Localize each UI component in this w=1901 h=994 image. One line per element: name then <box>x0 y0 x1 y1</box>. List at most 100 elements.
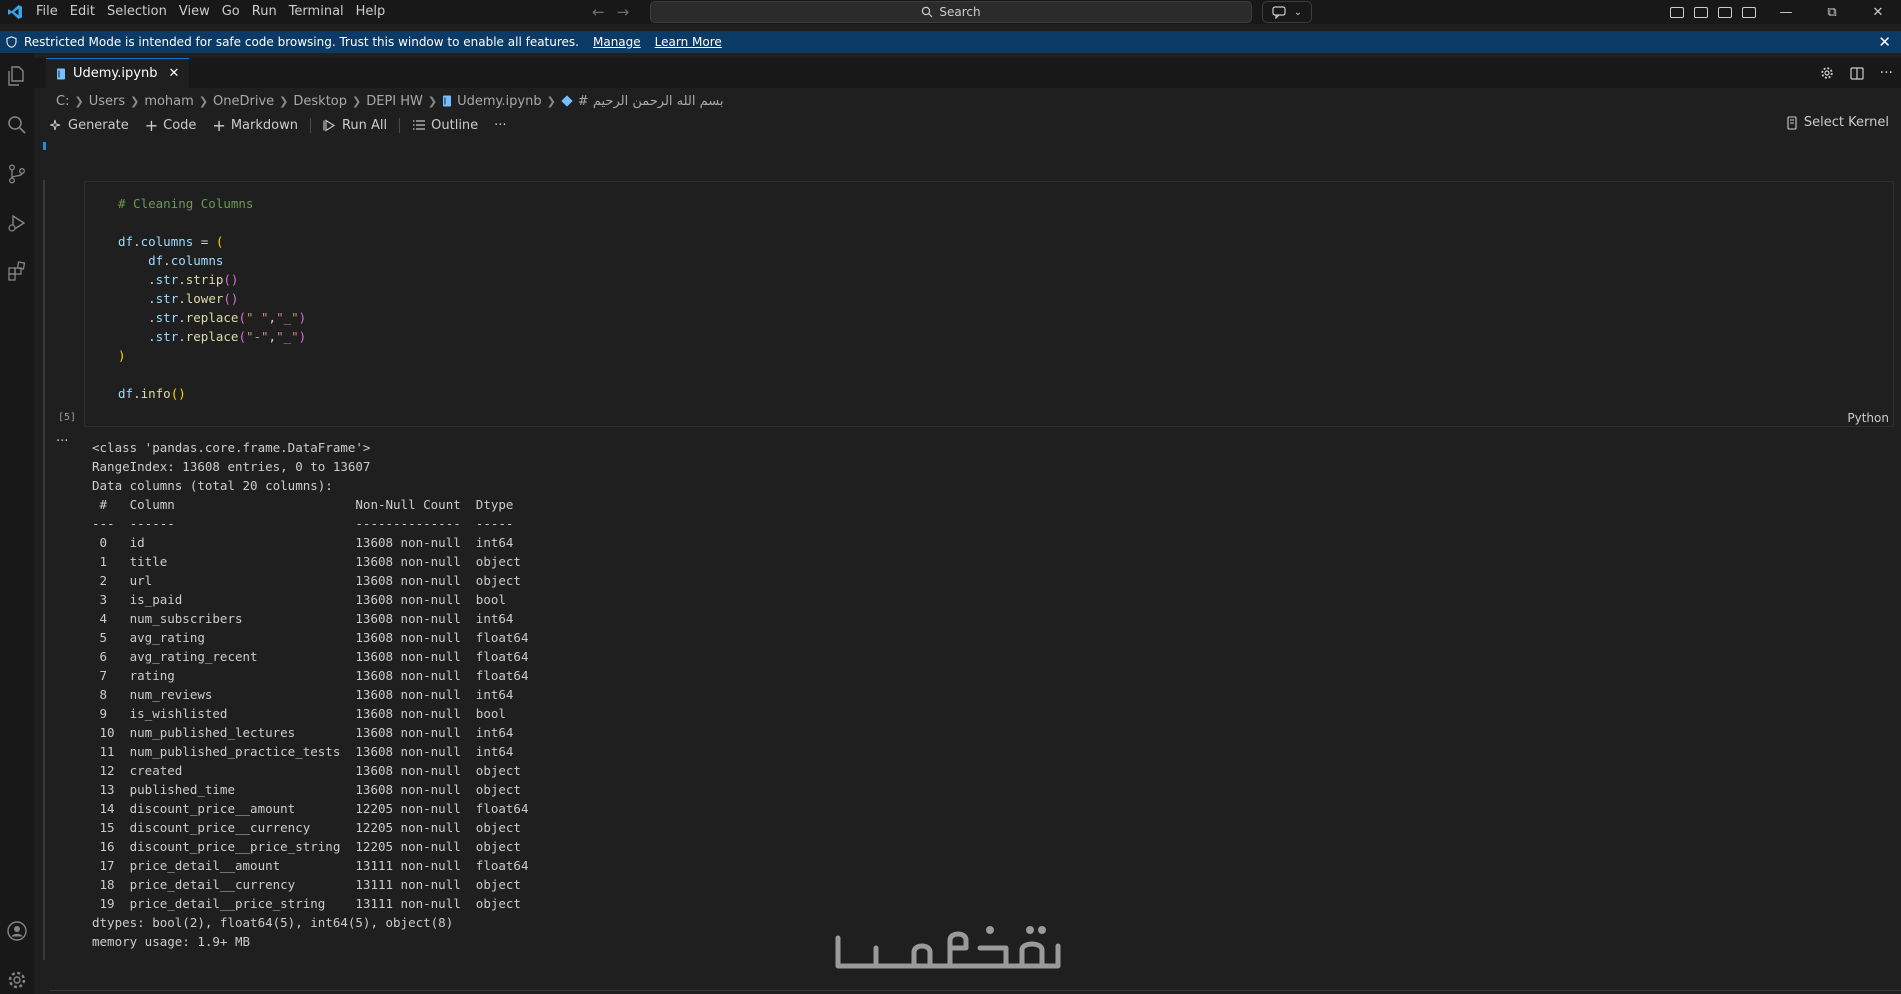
chevron-right-icon: ❯ <box>198 94 209 108</box>
close-window-icon[interactable]: ✕ <box>1855 0 1901 24</box>
vscode-logo-icon <box>6 3 24 21</box>
run-all-button[interactable]: Run All <box>323 118 387 133</box>
chevron-right-icon: ❯ <box>130 94 140 108</box>
kernel-icon <box>1787 115 1797 130</box>
breadcrumb-part[interactable]: OneDrive <box>213 94 274 109</box>
toggle-primary-sidebar-icon[interactable] <box>1694 6 1708 18</box>
output-line: 19 price_detail__price_string 13111 non-… <box>92 896 529 911</box>
more-actions-icon[interactable]: ··· <box>1880 65 1893 81</box>
output-line: --- ------ -------------- ----- <box>92 516 529 531</box>
menu-edit[interactable]: Edit <box>64 0 101 24</box>
output-line: 7 rating 13608 non-null float64 <box>92 668 529 683</box>
run-and-debug-icon[interactable] <box>5 211 29 235</box>
code-label: Code <box>163 117 197 133</box>
menu-go[interactable]: Go <box>216 0 246 24</box>
banner-text: Restricted Mode is intended for safe cod… <box>24 35 579 49</box>
editor-actions: ··· <box>1820 58 1893 88</box>
source-control-icon[interactable] <box>5 162 29 186</box>
shield-icon <box>6 36 17 48</box>
chevron-right-icon: ❯ <box>427 94 438 108</box>
output-line: 0 id 13608 non-null int64 <box>92 535 529 550</box>
markdown-section-icon <box>561 95 573 107</box>
code-cell-source[interactable]: # Cleaning Columns df.columns = ( df.col… <box>118 194 306 403</box>
output-line: 6 avg_rating_recent 13608 non-null float… <box>92 649 529 664</box>
toggle-secondary-sidebar-icon[interactable] <box>1742 6 1756 18</box>
minimize-icon[interactable]: — <box>1763 0 1809 24</box>
menu-selection[interactable]: Selection <box>101 0 173 24</box>
editor-bottom-border <box>50 990 1901 991</box>
editor-tab-bar: Udemy.ipynb ✕ ··· <box>34 58 1901 88</box>
generate-label: Generate <box>68 117 129 133</box>
accounts-icon[interactable] <box>5 919 29 943</box>
notebook-file-icon <box>443 95 452 107</box>
menu-view[interactable]: View <box>173 0 216 24</box>
generate-button[interactable]: Generate <box>50 118 129 133</box>
code-line: .str.lower() <box>118 291 239 306</box>
outline-label: Outline <box>431 117 479 133</box>
output-line: Data columns (total 20 columns): <box>92 478 333 493</box>
manage-link[interactable]: Manage <box>593 35 641 49</box>
tab-udemy-ipynb[interactable]: Udemy.ipynb ✕ <box>46 58 190 88</box>
more-toolbar-actions[interactable]: ··· <box>494 118 506 133</box>
search-view-icon[interactable] <box>5 113 29 137</box>
code-cell[interactable] <box>84 181 1894 427</box>
split-editor-icon[interactable] <box>1850 66 1864 80</box>
output-line: 1 title 13608 non-null object <box>92 554 529 569</box>
restore-icon[interactable]: ⧉ <box>1809 0 1855 24</box>
output-line: RangeIndex: 13608 entries, 0 to 13607 <box>92 459 371 474</box>
manage-gear-icon[interactable] <box>5 968 29 992</box>
breadcrumb-file[interactable]: Udemy.ipynb <box>457 94 541 109</box>
output-actions-icon[interactable]: ··· <box>56 434 68 449</box>
extensions-icon[interactable] <box>5 259 29 283</box>
breadcrumb-section[interactable]: # بسم الله الرحمن الرحيم <box>578 94 724 109</box>
notebook-file-icon <box>57 68 65 79</box>
output-line: 15 discount_price__currency 12205 non-nu… <box>92 820 529 835</box>
menu-file[interactable]: File <box>30 0 64 24</box>
run-all-icon <box>323 119 335 131</box>
breadcrumb-part[interactable]: C: <box>56 94 69 109</box>
back-arrow-icon[interactable]: ← <box>592 3 605 21</box>
output-line: 17 price_detail__amount 13111 non-null f… <box>92 858 529 873</box>
code-line: df.info() <box>118 386 186 401</box>
output-line: <class 'pandas.core.frame.DataFrame'> <box>92 440 371 455</box>
output-line: 8 num_reviews 13608 non-null int64 <box>92 687 529 702</box>
select-kernel-button[interactable]: Select Kernel <box>1786 115 1889 130</box>
forward-arrow-icon[interactable]: → <box>617 3 630 21</box>
previous-cell-focus-indicator <box>43 142 46 150</box>
menu-help[interactable]: Help <box>350 0 392 24</box>
run-all-label: Run All <box>341 117 388 133</box>
output-line: 18 price_detail__currency 13111 non-null… <box>92 877 529 892</box>
menu-run[interactable]: Run <box>246 0 283 24</box>
search-icon <box>922 6 933 18</box>
markdown-label: Markdown <box>230 117 298 133</box>
chevron-right-icon: ❯ <box>352 94 362 108</box>
output-line: 5 avg_rating 13608 non-null float64 <box>92 630 529 645</box>
output-line: 2 url 13608 non-null object <box>92 573 529 588</box>
breadcrumb-part[interactable]: Users <box>89 94 125 109</box>
breadcrumb-part[interactable]: DEPI HW <box>366 94 423 109</box>
restricted-mode-banner: Restricted Mode is intended for safe cod… <box>0 31 1901 53</box>
cell-language-label[interactable]: Python <box>1847 411 1889 425</box>
breadcrumb-part[interactable]: Desktop <box>293 94 347 109</box>
toolbar-divider <box>399 117 401 133</box>
add-markdown-cell-button[interactable]: + Markdown <box>212 116 298 135</box>
toggle-panel-icon[interactable] <box>1718 6 1732 18</box>
customize-layout-icon[interactable] <box>1670 6 1684 18</box>
close-tab-icon[interactable]: ✕ <box>168 66 179 81</box>
output-line: 13 published_time 13608 non-null object <box>92 782 529 797</box>
breadcrumb-part[interactable]: moham <box>144 94 194 109</box>
settings-gear-icon[interactable] <box>1820 66 1834 80</box>
add-code-cell-button[interactable]: + Code <box>145 116 197 135</box>
outline-button[interactable]: Outline <box>412 118 478 133</box>
chevron-right-icon: ❯ <box>74 94 84 108</box>
toolbar-divider <box>309 117 311 133</box>
select-kernel-label: Select Kernel <box>1803 115 1889 130</box>
code-line: # Cleaning Columns <box>118 196 254 211</box>
command-center-search[interactable]: Search <box>650 1 1252 23</box>
output-line: 4 num_subscribers 13608 non-null int64 <box>92 611 529 626</box>
learn-more-link[interactable]: Learn More <box>655 35 722 49</box>
copilot-button[interactable]: ⌄ <box>1262 1 1312 23</box>
explorer-icon[interactable] <box>5 64 29 88</box>
close-banner-icon[interactable]: ✕ <box>1878 33 1891 51</box>
menu-terminal[interactable]: Terminal <box>283 0 350 24</box>
